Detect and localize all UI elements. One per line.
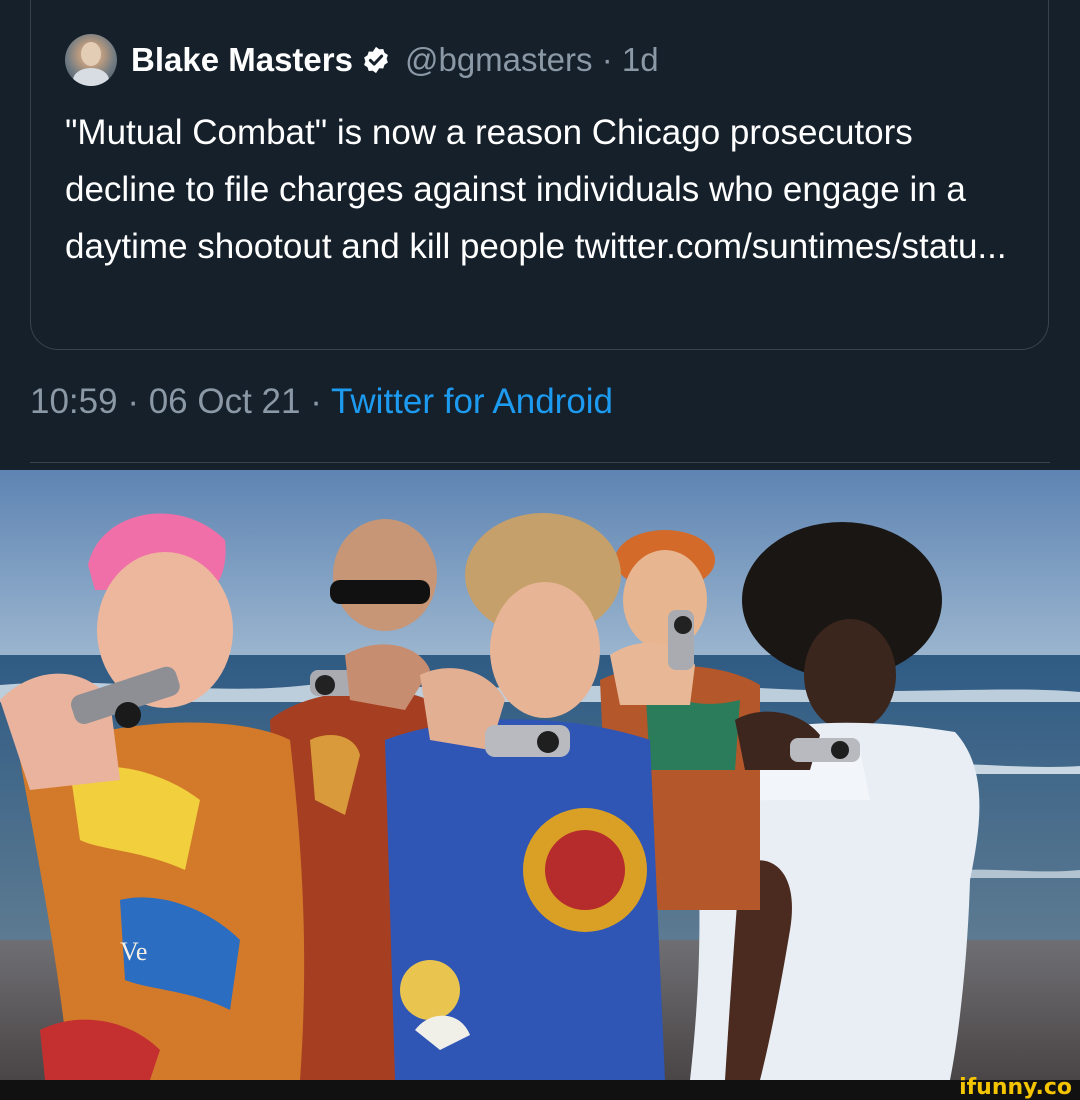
tweet-text: "Mutual Combat" is now a reason Chicago … (65, 113, 1007, 266)
ifunny-watermark: ifunny.co (959, 1075, 1072, 1100)
tweet-panel: Blake Masters @bgmasters · 1d "Mutual Co… (0, 0, 1080, 468)
verified-badge-icon (361, 45, 391, 75)
tweet-meta: 10:59 · 06 Oct 21 · Twitter for Android (30, 382, 614, 421)
divider (30, 462, 1050, 463)
quoted-tweet-card[interactable]: Blake Masters @bgmasters · 1d "Mutual Co… (30, 0, 1049, 350)
tweet-source-link[interactable]: Twitter for Android (331, 382, 613, 421)
tweet-header: Blake Masters @bgmasters · 1d (65, 34, 659, 86)
movie-still-photo: Ve (0, 470, 1080, 1080)
author-handle[interactable]: @bgmasters · 1d (405, 41, 659, 79)
author-name[interactable]: Blake Masters (131, 41, 353, 79)
tweet-date: 06 Oct 21 (148, 382, 301, 421)
tweet-time: 10:59 (30, 382, 118, 421)
avatar[interactable] (65, 34, 117, 86)
bottom-bar (0, 1080, 1080, 1100)
shirt-print-text: Ve (120, 937, 147, 966)
